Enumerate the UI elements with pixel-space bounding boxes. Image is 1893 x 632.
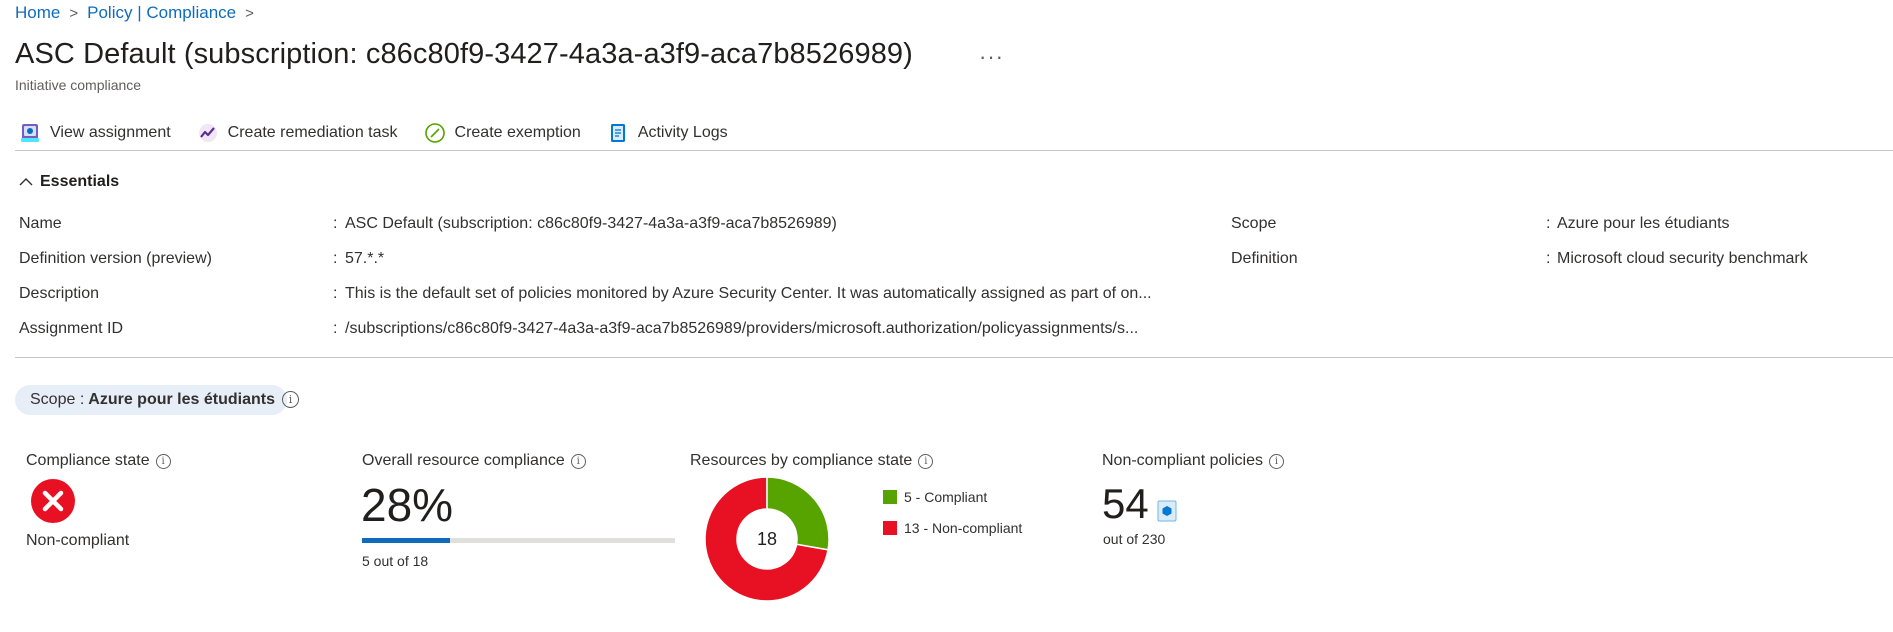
info-icon[interactable]: i [282, 391, 299, 408]
chevron-up-icon [19, 178, 33, 186]
create-remediation-task-label: Create remediation task [227, 123, 398, 141]
scope-filter-value: Azure pour les étudiants [88, 391, 275, 408]
legend-label: 5 - Compliant [904, 488, 988, 505]
essentials-label: Definition [1231, 250, 1298, 267]
info-icon[interactable]: i [155, 453, 171, 469]
breadcrumb: Home > Policy | Compliance > [15, 3, 254, 23]
scope-filter-label: Scope : [30, 391, 85, 408]
donut-legend: 5 - Compliant 13 - Non-compliant [883, 481, 1022, 543]
exemption-icon [424, 122, 445, 143]
breadcrumb-home-link[interactable]: Home [15, 3, 60, 23]
essentials-value: This is the default set of policies moni… [345, 285, 1152, 302]
scope-filter-pill[interactable]: Scope : Azure pour les étudiants [15, 385, 287, 415]
page-subtitle: Initiative compliance [15, 77, 142, 93]
view-assignment-button[interactable]: View assignment [15, 122, 175, 144]
error-circle-icon [31, 479, 75, 523]
create-exemption-label: Create exemption [454, 123, 581, 141]
essentials-label: Scope [1231, 215, 1277, 232]
info-icon[interactable]: i [1268, 453, 1284, 469]
command-bar: View assignment Create remediation task … [15, 115, 1893, 151]
essentials-value: ASC Default (subscription: c86c80f9-3427… [345, 215, 837, 232]
non-compliant-policies-tile-label: Non-compliant policies i [1102, 452, 1284, 470]
more-options-button[interactable]: ··· [979, 44, 1004, 70]
essentials-label: Description [19, 285, 100, 302]
legend-swatch-non-compliant [883, 520, 897, 535]
policy-document-icon [1157, 500, 1177, 522]
overall-compliance-label: Overall resource compliance [362, 452, 565, 469]
compliance-progress-fill [362, 538, 450, 543]
legend-item-compliant[interactable]: 5 - Compliant [883, 481, 1022, 512]
page-title: ASC Default (subscription: c86c80f9-3427… [15, 38, 913, 70]
chevron-right-icon: > [245, 4, 254, 22]
donut-total: 18 [757, 529, 777, 549]
essentials-value: /subscriptions/c86c80f9-3427-4a3a-a3f9-a… [345, 320, 1139, 337]
assignment-icon [21, 123, 39, 142]
essentials-separator: : [333, 215, 338, 232]
essentials-separator: : [333, 250, 338, 267]
activity-logs-button[interactable]: Activity Logs [603, 122, 732, 144]
overall-compliance-percent: 28% [361, 479, 454, 531]
activity-log-icon [610, 123, 625, 142]
compliance-state-tile-label: Compliance state i [26, 452, 171, 470]
essentials-separator: : [333, 320, 338, 337]
essentials-toggle[interactable]: Essentials [18, 173, 119, 191]
resources-state-label: Resources by compliance state [690, 452, 913, 469]
create-remediation-task-button[interactable]: Create remediation task [193, 122, 402, 144]
info-icon[interactable]: i [918, 453, 934, 469]
legend-item-non-compliant[interactable]: 13 - Non-compliant [883, 512, 1022, 543]
essentials-separator: : [1546, 250, 1551, 267]
essentials-label: Name [19, 215, 62, 232]
overall-compliance-tile-label: Overall resource compliance i [362, 452, 586, 470]
legend-label: 13 - Non-compliant [904, 519, 1023, 536]
breadcrumb-policy-compliance-link[interactable]: Policy | Compliance [87, 3, 236, 23]
essentials-value: Microsoft cloud security benchmark [1557, 250, 1808, 267]
essentials-separator: : [333, 285, 338, 302]
resources-state-tile-label: Resources by compliance state i [690, 452, 934, 470]
essentials-label: Definition version (preview) [19, 250, 212, 267]
essentials-separator: : [1546, 215, 1551, 232]
info-icon[interactable]: i [570, 453, 586, 469]
compliance-state-label: Compliance state [26, 452, 150, 469]
chevron-right-icon: > [69, 4, 79, 22]
section-divider [15, 357, 1893, 358]
overall-compliance-caption: 5 out of 18 [362, 553, 429, 569]
compliance-progress-bar [362, 538, 675, 543]
remediation-icon [198, 123, 217, 142]
view-assignment-label: View assignment [50, 123, 171, 141]
essentials-value: Azure pour les étudiants [1557, 215, 1730, 232]
legend-swatch-compliant [883, 489, 897, 504]
compliance-donut-chart[interactable]: 18 [703, 475, 831, 603]
compliance-state-value: Non-compliant [26, 532, 130, 549]
essentials-label: Assignment ID [19, 320, 124, 337]
non-compliant-policies-label: Non-compliant policies [1102, 452, 1263, 469]
non-compliant-policies-caption: out of 230 [1103, 531, 1166, 547]
non-compliant-policies-count[interactable]: 54 [1102, 480, 1149, 528]
create-exemption-button[interactable]: Create exemption [420, 122, 585, 144]
essentials-value: 57.*.* [345, 250, 385, 267]
essentials-heading: Essentials [40, 173, 120, 190]
activity-logs-label: Activity Logs [637, 123, 728, 141]
